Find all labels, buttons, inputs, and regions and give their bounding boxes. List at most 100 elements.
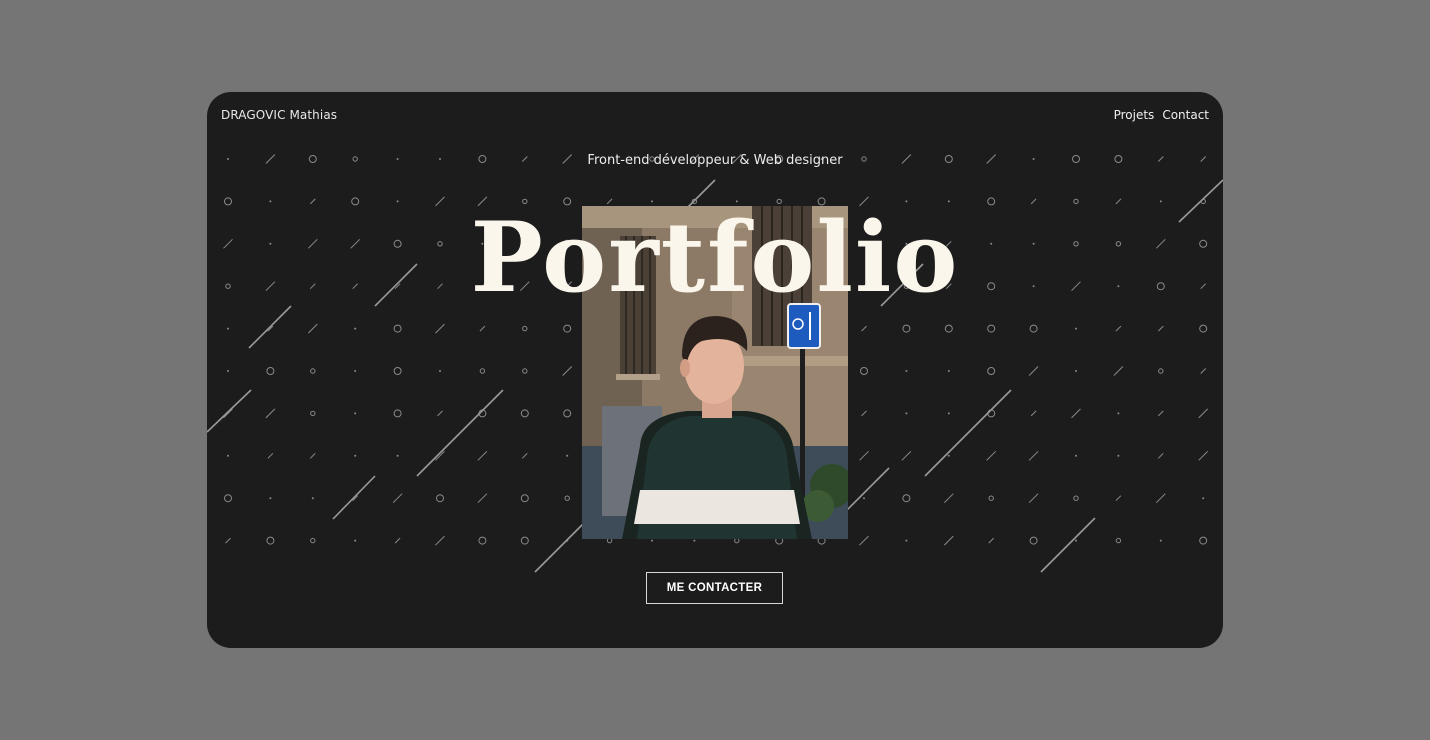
pattern-mark	[522, 325, 528, 332]
pattern-mark	[1073, 198, 1079, 205]
pattern-mark	[1117, 454, 1120, 457]
nav-link-contact[interactable]: Contact	[1162, 108, 1209, 122]
pattern-mark	[354, 454, 357, 457]
pattern-mark	[1075, 370, 1077, 372]
pattern-mark	[1157, 325, 1164, 332]
pattern-diagonal-line	[332, 475, 376, 520]
pattern-mark	[437, 410, 443, 417]
pattern-mark	[986, 450, 997, 461]
hero-subtitle: Front-end développeur & Web designer	[587, 153, 843, 168]
pattern-mark	[310, 368, 316, 374]
nav-link-projets[interactable]: Projets	[1114, 108, 1155, 122]
pattern-mark	[267, 452, 274, 459]
pattern-mark	[860, 367, 868, 375]
pattern-mark	[439, 370, 441, 372]
pattern-mark	[1073, 495, 1079, 501]
pattern-mark	[225, 537, 231, 544]
pattern-mark	[987, 409, 996, 418]
pattern-mark	[987, 324, 996, 333]
pattern-mark	[224, 494, 232, 503]
pattern-diagonal-line	[416, 389, 504, 477]
pattern-mark	[477, 450, 488, 461]
pattern-mark	[354, 327, 357, 330]
pattern-mark	[354, 412, 357, 415]
pattern-mark	[1115, 495, 1122, 502]
pattern-diagonal-line	[924, 389, 1012, 477]
pattern-mark	[394, 537, 401, 544]
pattern-diagonal-line	[844, 467, 890, 513]
pattern-mark	[522, 368, 528, 374]
pattern-mark	[396, 200, 399, 203]
pattern-mark	[265, 408, 276, 419]
pattern-mark	[988, 537, 995, 544]
pattern-mark	[1198, 450, 1209, 461]
pattern-mark	[309, 198, 316, 205]
pattern-mark	[943, 535, 954, 546]
pattern-mark	[227, 370, 229, 372]
pattern-mark	[478, 536, 487, 545]
contact-button[interactable]: ME CONTACTER	[646, 572, 783, 604]
pattern-mark	[351, 197, 360, 206]
pattern-mark	[902, 494, 911, 503]
pattern-mark	[1028, 493, 1039, 504]
pattern-mark	[393, 409, 402, 418]
pattern-mark	[310, 410, 316, 417]
pattern-mark	[1155, 493, 1166, 504]
pattern-mark	[1075, 327, 1077, 330]
pattern-mark	[606, 537, 613, 544]
pattern-mark	[734, 537, 740, 544]
hero-title: Portfolio	[470, 201, 960, 314]
pattern-mark	[947, 454, 950, 457]
pattern-mark	[1030, 198, 1037, 205]
pattern-mark	[521, 452, 528, 459]
pattern-mark	[1199, 324, 1208, 333]
pattern-mark	[1115, 198, 1122, 205]
main-nav: Projets Contact	[1114, 108, 1209, 122]
pattern-mark	[1159, 200, 1162, 203]
brand-name[interactable]: DRAGOVIC Mathias	[221, 108, 337, 122]
pattern-mark	[396, 454, 399, 457]
pattern-mark	[563, 324, 572, 333]
pattern-mark	[479, 368, 486, 374]
pattern-mark	[1029, 324, 1038, 333]
pattern-mark	[987, 197, 996, 206]
pattern-mark	[566, 454, 569, 457]
pattern-mark	[1028, 366, 1039, 376]
pattern-diagonal-line	[248, 305, 292, 349]
pattern-mark	[307, 323, 318, 334]
pattern-mark	[223, 408, 233, 419]
pattern-mark	[1117, 412, 1120, 415]
pattern-mark	[947, 412, 950, 415]
pattern-mark	[435, 323, 445, 334]
pattern-mark	[1202, 497, 1205, 500]
pattern-mark	[1200, 368, 1207, 374]
pattern-mark	[479, 325, 486, 332]
pattern-mark	[1115, 325, 1122, 332]
pattern-mark	[393, 324, 402, 333]
pattern-mark	[861, 410, 867, 417]
pattern-mark	[987, 367, 996, 375]
pattern-mark	[436, 494, 444, 503]
pattern-mark	[311, 497, 314, 500]
pattern-mark	[861, 325, 867, 332]
pattern-mark	[859, 450, 869, 461]
pattern-mark	[1075, 454, 1077, 457]
pattern-mark	[693, 539, 696, 542]
pattern-mark	[435, 535, 445, 546]
pattern-mark	[1030, 410, 1037, 417]
pattern-mark	[1199, 536, 1208, 545]
pattern-mark	[266, 367, 275, 375]
pattern-mark	[354, 370, 357, 372]
pattern-mark	[1158, 368, 1164, 374]
pattern-diagonal-line	[207, 389, 252, 433]
pattern-mark	[1115, 537, 1122, 544]
pattern-diagonal-line	[534, 523, 584, 573]
pattern-mark	[902, 324, 911, 333]
pattern-mark	[392, 493, 403, 504]
pattern-mark	[520, 536, 529, 545]
pattern-mark	[943, 493, 954, 504]
pattern-mark	[863, 497, 865, 500]
pattern-mark	[393, 367, 402, 375]
pattern-mark	[901, 450, 912, 461]
pattern-mark	[564, 495, 570, 501]
